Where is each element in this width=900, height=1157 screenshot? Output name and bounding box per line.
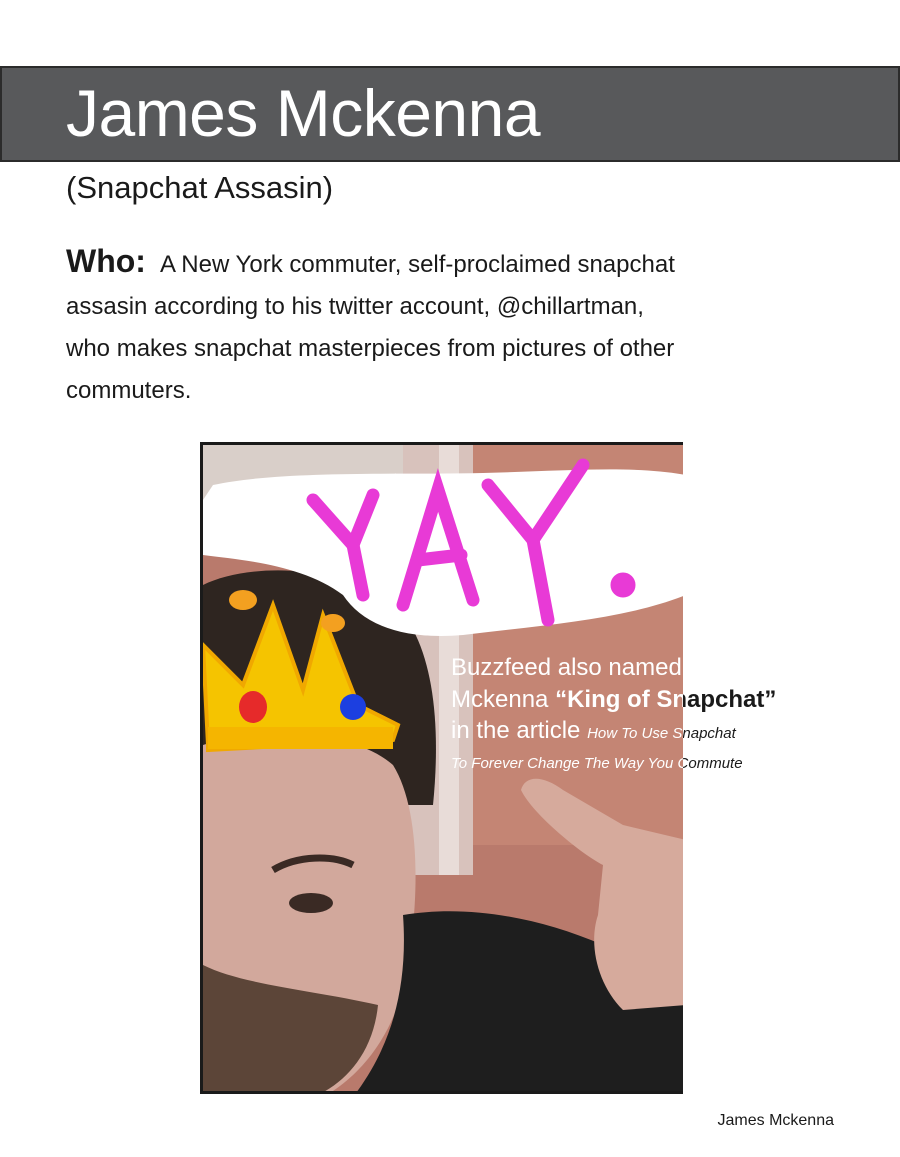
page-subtitle: (Snapchat Assasin) bbox=[66, 170, 334, 205]
caption-line-3-prefix: in the article bbox=[451, 717, 588, 744]
who-label: Who: bbox=[66, 243, 146, 279]
who-text: A New York commuter, self-proclaimed sna… bbox=[66, 251, 675, 404]
crown-jewel-red bbox=[239, 691, 267, 723]
page-title: James Mckenna bbox=[66, 76, 541, 150]
crown-jewel-blue bbox=[340, 694, 366, 720]
eye bbox=[289, 893, 333, 913]
footer-name: James Mckenna bbox=[717, 1112, 835, 1129]
who-paragraph: Who: A New York commuter, self-proclaimed… bbox=[66, 240, 676, 412]
caption-line-2-prefix: Mckenna bbox=[451, 686, 556, 713]
